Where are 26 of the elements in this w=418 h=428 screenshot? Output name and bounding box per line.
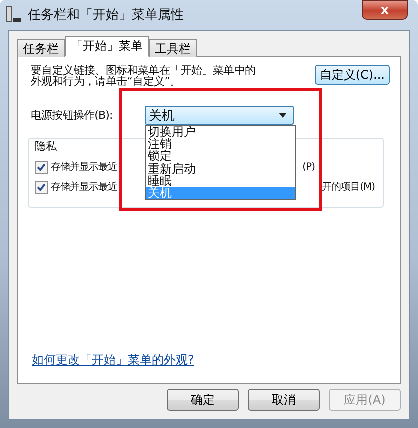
- tab[interactable]: 工具栏: [149, 39, 197, 57]
- checkbox[interactable]: [35, 160, 48, 174]
- customize-button[interactable]: 自定义(C)...: [314, 65, 390, 85]
- group-title: 隐私: [35, 139, 57, 154]
- checkbox[interactable]: [35, 180, 48, 194]
- dropdown-value: 关机: [149, 108, 175, 124]
- description-text: 要自定义链接、图标和菜单在「开始」菜单中的: [31, 65, 256, 76]
- dropdown-option[interactable]: 切换用户: [146, 126, 295, 138]
- power-button-label: 电源按钮操作(B):: [30, 108, 114, 123]
- checkbox-label: 开的项目(M): [322, 181, 375, 194]
- checkbox-label: 存储并显示最近: [51, 160, 118, 174]
- dialog-button[interactable]: 取消: [248, 389, 320, 411]
- dropdown-option[interactable]: 睡眠: [146, 174, 295, 188]
- window-title: 任务栏和「开始」菜单属性: [28, 7, 185, 24]
- help-link[interactable]: 如何更改「开始」菜单的外观?: [32, 352, 194, 369]
- dropdown-option[interactable]: 重新启动: [146, 162, 295, 175]
- dropdown-option[interactable]: 锁定: [146, 150, 295, 163]
- tab[interactable]: 任务栏: [17, 39, 65, 57]
- checkbox-label: (P): [302, 162, 315, 172]
- tab[interactable]: 「开始」菜单: [65, 36, 149, 57]
- dialog-button[interactable]: 确定: [167, 389, 239, 411]
- dropdown-option[interactable]: 注销: [146, 138, 295, 150]
- caret-icon: [279, 113, 287, 118]
- close-button[interactable]: x: [362, 0, 408, 20]
- description-text: 外观和行为，请单击“自定义”。: [31, 76, 181, 87]
- checkbox-label: 存储并显示最近: [51, 180, 118, 194]
